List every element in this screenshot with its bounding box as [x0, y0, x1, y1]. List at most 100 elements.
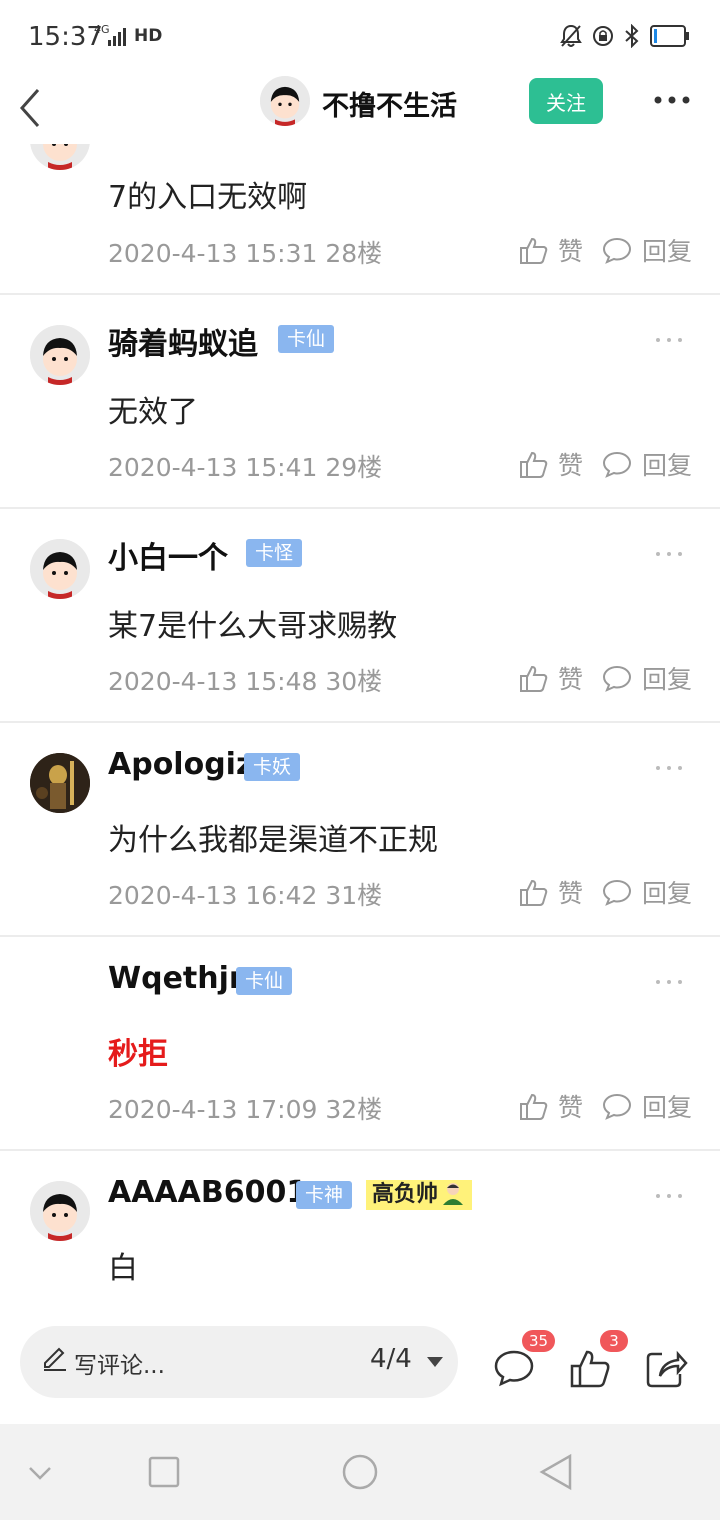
comment-more-icon[interactable]	[655, 549, 683, 559]
author-avatar[interactable]	[260, 76, 310, 126]
chat-bubble-icon	[602, 665, 632, 692]
signal-icon	[108, 28, 126, 46]
thumbs-up-icon	[520, 237, 548, 264]
battery-icon	[650, 25, 689, 47]
level-badge: 卡怪	[246, 539, 303, 567]
level-badge: 卡妖	[244, 753, 301, 781]
cartoon-avatar-icon	[30, 539, 90, 599]
comment-text: 白	[108, 1251, 138, 1286]
comment-more-icon[interactable]	[655, 763, 683, 773]
reply-button[interactable]: 回复	[602, 446, 692, 482]
thumbs-up-icon[interactable]	[568, 1346, 612, 1390]
home-icon[interactable]	[340, 1452, 380, 1492]
bluetooth-icon	[625, 24, 639, 48]
comment-item: 7的入口无效啊 2020-4-13 15:31 28楼 赞 回复	[0, 144, 720, 295]
comment-count-badge: 35	[522, 1330, 556, 1352]
like-button[interactable]: 赞	[518, 874, 583, 910]
comment-text: 某7是什么大哥求赐教	[108, 609, 398, 644]
comment-date: 2020-4-13 15:48	[108, 667, 318, 696]
comment-item: Apologiz 卡妖 为什么我都是渠道不正规 2020-4-13 16:42 …	[0, 723, 720, 937]
reply-button[interactable]: 回复	[602, 232, 692, 268]
comment-text: 为什么我都是渠道不正规	[108, 823, 438, 858]
like-label: 赞	[558, 451, 584, 480]
username[interactable]: AAAAB6001	[108, 1175, 307, 1210]
like-button[interactable]: 赞	[518, 232, 583, 268]
like-label: 赞	[558, 879, 584, 908]
comment-item: 骑着蚂蚁追 卡仙 无效了 2020-4-13 15:41 29楼 赞 回复	[0, 295, 720, 509]
comment-date: 2020-4-13 15:31	[108, 239, 318, 268]
recent-apps-icon[interactable]	[144, 1452, 184, 1492]
photo-avatar-icon	[30, 753, 90, 813]
like-button[interactable]: 赞	[518, 660, 583, 696]
comment-date: 2020-4-13 17:09	[108, 1095, 318, 1124]
status-time: 15:37	[28, 22, 103, 52]
username[interactable]: 小白一个	[108, 533, 228, 577]
username[interactable]: 骑着蚂蚁追	[108, 319, 258, 363]
comment-more-icon[interactable]	[655, 1191, 683, 1201]
avatar[interactable]	[30, 144, 90, 170]
honor-badge-label: 高负帅	[372, 1182, 439, 1207]
comment-floor: 31楼	[325, 881, 383, 910]
comment-meta: 2020-4-13 15:31 28楼	[108, 234, 382, 270]
reply-label: 回复	[642, 237, 693, 266]
cartoon-avatar-icon	[260, 76, 310, 126]
comment-meta: 2020-4-13 17:09 32楼	[108, 1090, 382, 1126]
chat-bubble-icon	[602, 879, 632, 906]
comment-meta: 2020-4-13 15:48 30楼	[108, 662, 382, 698]
top-header: 不撸不生活 关注	[0, 72, 720, 144]
level-badge: 卡仙	[278, 325, 335, 353]
like-label: 赞	[558, 237, 584, 266]
honor-badge: 高负帅	[366, 1180, 473, 1210]
mute-bell-icon	[560, 24, 582, 47]
cartoon-avatar-icon	[30, 1181, 90, 1241]
username[interactable]: Apologiz	[108, 747, 253, 782]
comment-more-icon[interactable]	[655, 977, 683, 987]
chat-bubble-icon	[602, 237, 632, 264]
back-arrow-icon[interactable]	[14, 80, 54, 136]
comment-placeholder: 写评论...	[74, 1353, 165, 1379]
avatar[interactable]	[30, 325, 90, 385]
rotation-lock-icon	[593, 26, 613, 46]
reply-button[interactable]: 回复	[602, 1088, 692, 1124]
page-indicator[interactable]: 4/4	[370, 1344, 412, 1374]
comments-icon[interactable]	[492, 1346, 536, 1390]
comment-input[interactable]: 写评论... 4/4	[20, 1326, 458, 1398]
page-title: 不撸不生活	[322, 91, 457, 122]
comment-text: 无效了	[108, 395, 198, 430]
back-triangle-icon[interactable]	[536, 1452, 576, 1492]
avatar[interactable]	[30, 1181, 90, 1241]
chevron-down-icon[interactable]	[20, 1452, 60, 1492]
comment-feed[interactable]: 7的入口无效啊 2020-4-13 15:31 28楼 赞 回复 骑着蚂蚁追 卡…	[0, 144, 720, 1304]
thumbs-up-icon	[520, 451, 548, 478]
comment-item: AAAAB6001 卡神 高负帅 白	[0, 1151, 720, 1304]
hd-indicator: HD	[134, 26, 163, 46]
comment-text: 秒拒	[108, 1037, 168, 1072]
comment-meta: 2020-4-13 15:41 29楼	[108, 448, 382, 484]
comment-date: 2020-4-13 16:42	[108, 881, 318, 910]
reply-label: 回复	[642, 451, 693, 480]
reply-button[interactable]: 回复	[602, 660, 692, 696]
share-icon[interactable]	[644, 1346, 688, 1390]
more-options-icon[interactable]	[652, 88, 692, 112]
reply-button[interactable]: 回复	[602, 874, 692, 910]
reply-label: 回复	[642, 879, 693, 908]
follow-button[interactable]: 关注	[529, 78, 603, 124]
avatar[interactable]	[30, 753, 90, 813]
like-label: 赞	[558, 665, 584, 694]
status-bar: 15:37 4G HD	[0, 0, 720, 72]
level-badge: 卡神	[296, 1181, 353, 1209]
comment-more-icon[interactable]	[655, 335, 683, 345]
username[interactable]: Wqethjn	[108, 961, 250, 996]
like-label: 赞	[558, 1093, 584, 1122]
avatar[interactable]	[30, 539, 90, 599]
system-nav-bar	[0, 1424, 720, 1520]
comment-floor: 29楼	[325, 453, 383, 482]
comment-item: 小白一个 卡怪 某7是什么大哥求赐教 2020-4-13 15:48 30楼 赞…	[0, 509, 720, 723]
chat-bubble-icon	[602, 451, 632, 478]
like-button[interactable]: 赞	[518, 1088, 583, 1124]
comment-meta: 2020-4-13 16:42 31楼	[108, 876, 382, 912]
like-button[interactable]: 赞	[518, 446, 583, 482]
dropdown-caret-icon[interactable]	[426, 1356, 444, 1368]
person-emoji-icon	[443, 1183, 464, 1205]
thumbs-up-icon	[520, 665, 548, 692]
